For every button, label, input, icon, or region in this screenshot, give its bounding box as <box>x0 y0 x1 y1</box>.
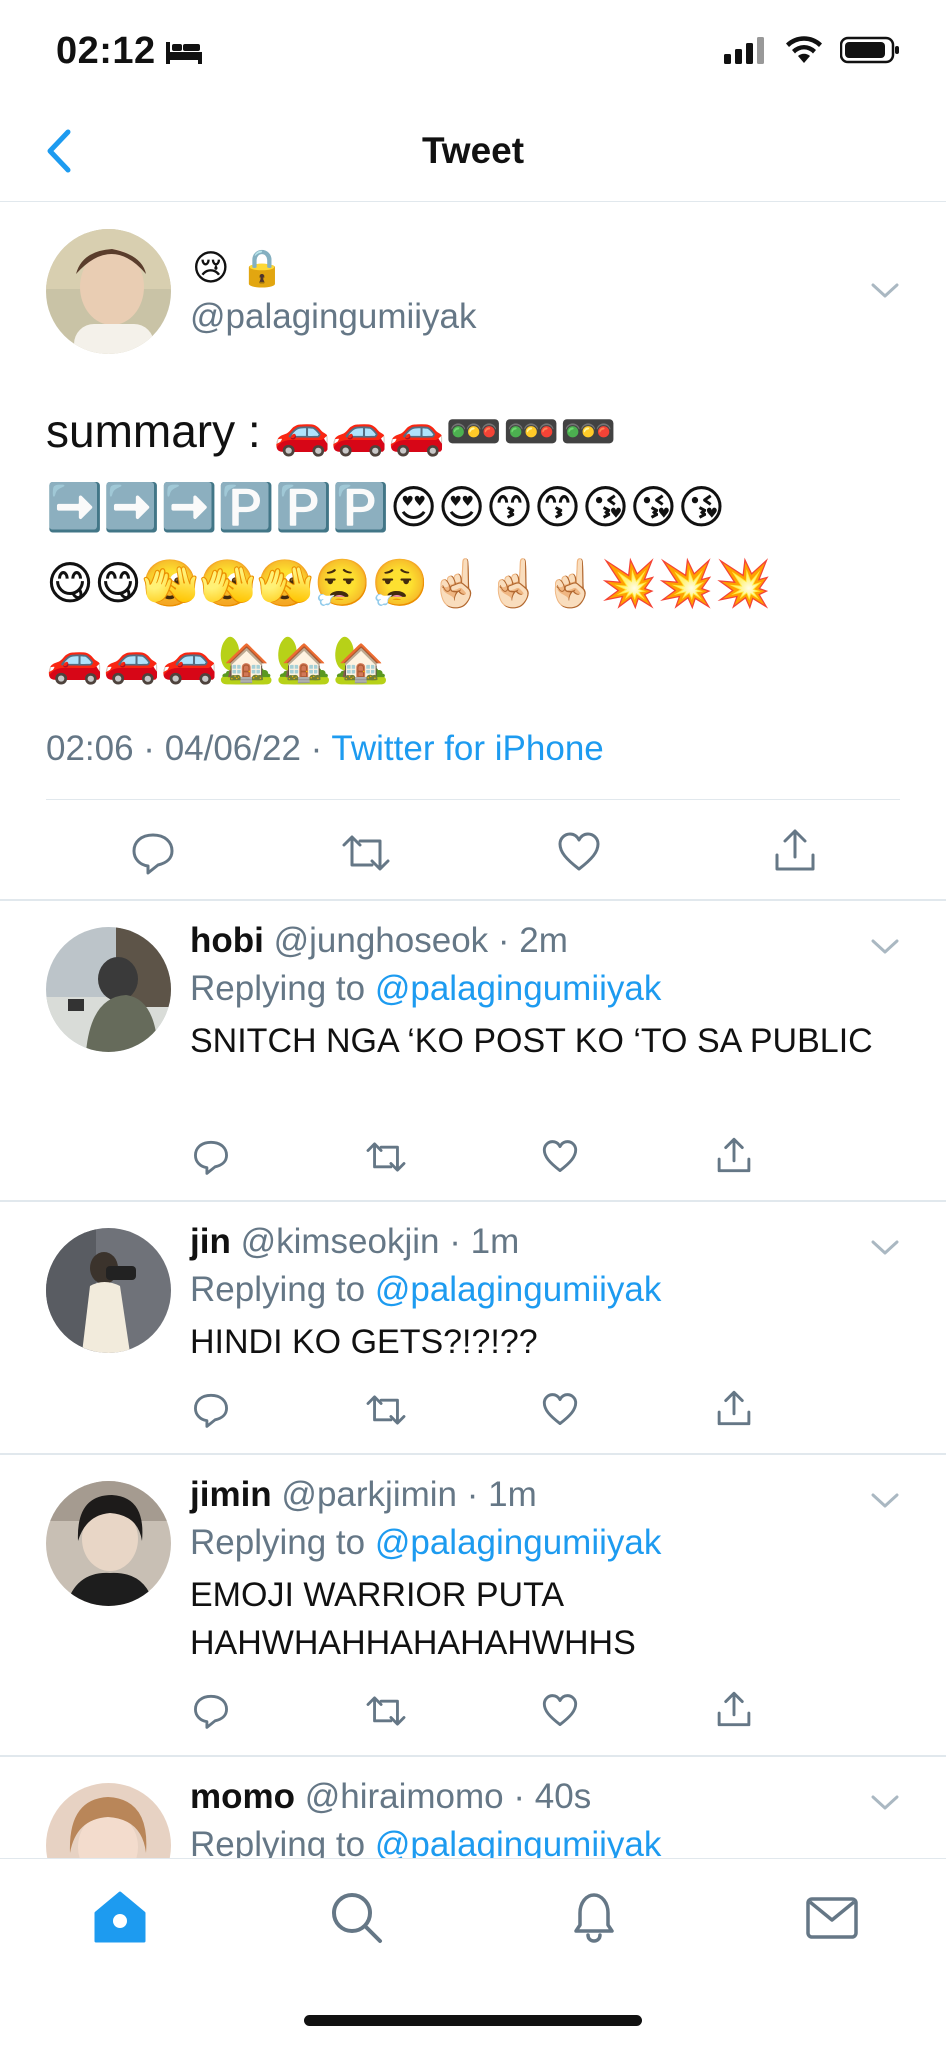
tweet-meta: 02:06 · 04/06/22 · Twitter for iPhone <box>46 729 604 769</box>
reply-time: · 1m <box>449 1222 520 1261</box>
heart-icon[interactable] <box>541 1693 579 1728</box>
reply-tweet[interactable]: momo @hiraimomo · 40s Replying to @palag… <box>0 1757 946 1858</box>
status-time: 02:12 <box>56 30 156 72</box>
reply-icon[interactable] <box>192 1139 230 1175</box>
replying-to-handle[interactable]: @palagingumiiyak <box>375 1523 662 1562</box>
reply-time: · 40s <box>513 1777 592 1816</box>
reply-handle[interactable]: @kimseokjin <box>241 1222 440 1261</box>
status-indicators <box>724 36 900 64</box>
retweet-icon[interactable] <box>364 1392 408 1428</box>
avatar[interactable] <box>46 229 171 354</box>
avatar[interactable] <box>46 1783 171 1858</box>
reply-handle[interactable]: @hiraimomo <box>305 1777 504 1816</box>
heart-icon[interactable] <box>541 1139 579 1174</box>
replying-to-label: Replying to <box>190 969 375 1008</box>
replying-to: Replying to @palagingumiiyak <box>190 1825 661 1858</box>
reply-time: · 2m <box>497 921 568 960</box>
retweet-icon[interactable] <box>364 1139 408 1175</box>
reply-display-name[interactable]: momo <box>190 1777 295 1816</box>
replying-to-label: Replying to <box>190 1825 375 1858</box>
divider <box>46 799 900 800</box>
chevron-down-icon[interactable] <box>870 281 900 301</box>
battery-icon <box>840 36 899 64</box>
mail-icon[interactable] <box>804 1889 860 1945</box>
chevron-down-icon[interactable] <box>870 937 900 957</box>
replying-to: Replying to @palagingumiiyak <box>190 969 661 1009</box>
reply-display-name[interactable]: jimin <box>190 1475 272 1514</box>
reply-icon[interactable] <box>130 831 176 875</box>
tweet-text-line: ➡️➡️➡️🅿️🅿️🅿️😍😍😙😙😘😘😘 <box>46 481 726 533</box>
display-name: 😢 🔒 <box>192 247 285 288</box>
reply-header: jin @kimseokjin · 1m <box>190 1222 519 1262</box>
reply-tweet[interactable]: jimin @parkjimin · 1m Replying to @palag… <box>0 1455 946 1757</box>
sleep-focus-icon <box>166 42 202 64</box>
reply-header: jimin @parkjimin · 1m <box>190 1475 537 1515</box>
reply-display-name[interactable]: hobi <box>190 921 264 960</box>
tweet-source-link[interactable]: Twitter for iPhone <box>331 729 603 768</box>
reply-tweet[interactable]: jin @kimseokjin · 1m Replying to @palagi… <box>0 1202 946 1455</box>
reply-handle[interactable]: @parkjimin <box>281 1475 457 1514</box>
chevron-down-icon[interactable] <box>870 1793 900 1813</box>
tweet-timestamp: 02:06 · 04/06/22 · <box>46 729 332 768</box>
reply-display-name[interactable]: jin <box>190 1222 231 1261</box>
avatar[interactable] <box>46 1481 171 1606</box>
reply-header: hobi @junghoseok · 2m <box>190 921 568 961</box>
bell-icon[interactable] <box>566 1889 622 1945</box>
replying-to-label: Replying to <box>190 1270 375 1309</box>
replying-to-handle[interactable]: @palagingumiiyak <box>375 1825 662 1858</box>
reply-icon[interactable] <box>192 1693 230 1729</box>
replying-to-label: Replying to <box>190 1523 375 1562</box>
home-indicator[interactable] <box>304 2015 642 2026</box>
tweet-text-line: 🚗🚗🚗🏡🏡🏡 <box>46 633 390 685</box>
reply-text: EMOJI WARRIOR PUTA HAHWHAHHAHAHAHWHHS <box>190 1576 636 1662</box>
replying-to: Replying to @palagingumiiyak <box>190 1523 661 1563</box>
reply-time: · 1m <box>466 1475 537 1514</box>
tweet-text: summary : 🚗🚗🚗🚥🚥🚥 ➡️➡️➡️🅿️🅿️🅿️😍😍😙😙😘😘😘 😋😋🫣… <box>46 393 906 697</box>
chevron-down-icon[interactable] <box>870 1491 900 1511</box>
heart-icon[interactable] <box>556 831 602 873</box>
tweet-text-line: 😋😋🫣🫣🫣😮‍💨😮‍💨☝🏻☝🏻☝🏻💥💥💥 <box>46 557 772 609</box>
avatar[interactable] <box>46 1228 171 1353</box>
search-icon[interactable] <box>328 1889 384 1945</box>
reply-icon[interactable] <box>192 1392 230 1428</box>
home-icon[interactable] <box>92 1889 148 1945</box>
avatar[interactable] <box>46 927 171 1052</box>
reply-handle[interactable]: @junghoseok <box>274 921 489 960</box>
retweet-icon[interactable] <box>364 1693 408 1729</box>
status-bar: 02:12 <box>0 0 946 100</box>
tweet-text-line: summary : 🚗🚗🚗🚥🚥🚥 <box>46 405 618 457</box>
wifi-icon <box>786 36 822 63</box>
share-icon[interactable] <box>715 1690 753 1728</box>
replying-to-handle[interactable]: @palagingumiiyak <box>375 969 662 1008</box>
reply-text: SNITCH NGA ‘KO POST KO ‘TO SA PUBLIC <box>190 1022 873 1060</box>
retweet-icon[interactable] <box>340 831 392 875</box>
user-handle[interactable]: @palagingumiiyak <box>190 297 477 337</box>
reply-tweet[interactable]: hobi @junghoseok · 2m Replying to @palag… <box>0 901 946 1202</box>
chevron-down-icon[interactable] <box>870 1238 900 1258</box>
share-icon[interactable] <box>715 1389 753 1427</box>
share-icon[interactable] <box>772 827 818 873</box>
share-icon[interactable] <box>715 1136 753 1174</box>
reply-text: HINDI KO GETS?!?!?? <box>190 1323 538 1361</box>
main-tweet: 😢 🔒 @palagingumiiyak summary : 🚗🚗🚗🚥🚥🚥 ➡️… <box>0 203 946 901</box>
page-title: Tweet <box>421 130 525 171</box>
cellular-signal-icon <box>724 37 764 64</box>
reply-header: momo @hiraimomo · 40s <box>190 1777 591 1817</box>
replying-to: Replying to @palagingumiiyak <box>190 1270 661 1310</box>
replying-to-handle[interactable]: @palagingumiiyak <box>375 1270 662 1309</box>
tweet-actions <box>0 823 946 883</box>
heart-icon[interactable] <box>541 1392 579 1427</box>
nav-bar: Tweet <box>0 100 946 202</box>
